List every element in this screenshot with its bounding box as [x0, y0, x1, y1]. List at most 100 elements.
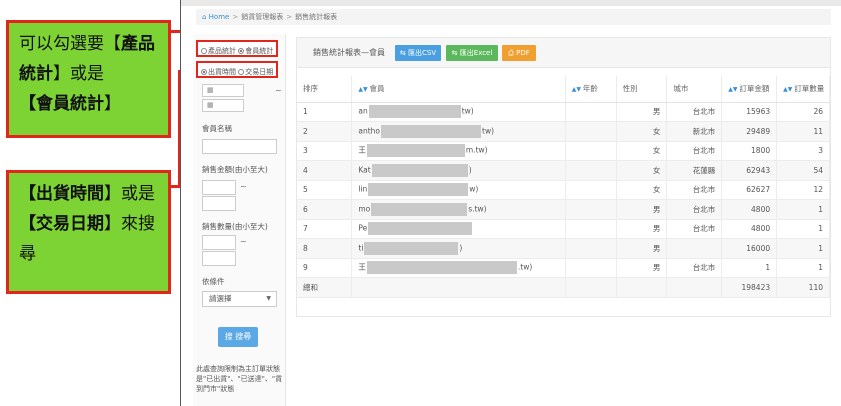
cell-city: 台北市 [666, 258, 723, 278]
member-text: ) [468, 165, 472, 175]
search-button[interactable]: 搜 搜尋 [218, 327, 258, 347]
radio-trade-date[interactable] [238, 69, 245, 75]
cell-qty: 1 [776, 199, 830, 220]
export-pdf-button[interactable]: ⎙ PDF [502, 45, 536, 61]
cell-age [565, 258, 617, 278]
cell-member: antho tw) [351, 121, 566, 142]
header-label: 年齡 [582, 84, 598, 94]
redacted-block [371, 202, 468, 216]
cell-amount: 62627 [721, 180, 778, 200]
cell-member: 王 .tw) [351, 258, 566, 278]
cell-rank: 9 [297, 258, 353, 278]
radio-ship-time[interactable] [201, 69, 207, 75]
cell-member: Kat) [351, 160, 566, 181]
cell-total-amount: 198423 [721, 277, 778, 298]
sort-icon: ▲▼ [783, 86, 795, 94]
table-header-row: 排序 ▲▼ 會員 ▲▼ 年齡 性別 城市 ▲▼ 訂單金額 ▲▼ 訂單數量 [297, 76, 830, 103]
cell-age [565, 219, 617, 239]
search-button-label: 搜 搜尋 [224, 332, 252, 341]
cell-age [565, 180, 617, 200]
redacted-block [366, 261, 517, 275]
condition-label: 依條件 [202, 277, 225, 286]
table-row: 8 ti) 男 16000 1 [297, 238, 830, 259]
cell-total-qty: 110 [776, 277, 830, 298]
cell-city: 台北市 [666, 219, 723, 239]
button-label: 匯出CSV [407, 49, 437, 57]
range-tilde: ~ [240, 182, 247, 191]
member-text: tw) [482, 126, 495, 136]
panel-header: 銷售統計報表—會員 ⇆ 匯出CSV ⇆ 匯出Excel ⎙ PDF [297, 38, 830, 68]
amount-min-input[interactable] [202, 180, 236, 195]
cell-qty: 3 [776, 141, 830, 161]
header-label: 訂單金額 [739, 84, 770, 94]
col-member[interactable]: ▲▼ 會員 [351, 76, 566, 103]
qty-min-input[interactable] [202, 235, 236, 250]
cell-empty [351, 277, 566, 298]
breadcrumb-item[interactable]: 銷貨管理報表 [241, 13, 283, 21]
callout-text: 】 [104, 94, 121, 114]
member-text: ti [358, 243, 364, 253]
report-screen: ⌂ Home > 銷貨管理報表 > 銷售統計報表 產品統計 會員統計 出貨時間 交易日期… [181, 0, 841, 406]
breadcrumb: ⌂ Home > 銷貨管理報表 > 銷售統計報表 [196, 9, 831, 25]
callout-text: 】或是 [53, 64, 104, 84]
member-text: 王 [358, 262, 366, 272]
redacted-block [364, 241, 459, 255]
cell-gender: 女 [616, 121, 668, 142]
header-label: 會員 [369, 84, 385, 94]
radio-product-stat[interactable] [201, 48, 207, 54]
table-row: 3 王 m.tw) 女 台北市 1800 3 [297, 141, 830, 161]
breadcrumb-separator: > [232, 13, 239, 21]
cell-qty: 1 [776, 258, 830, 278]
sort-icon: ▲▼ [571, 86, 583, 94]
date-type-radio-group: 出貨時間 交易日期 [196, 61, 278, 78]
amount-max-input[interactable] [202, 196, 236, 211]
callout-stat-type: 可以勾選要【產品統計】或是 【會員統計】 [6, 20, 171, 138]
radio-label: 交易日期 [245, 68, 274, 76]
date-to-input[interactable]: ▦ [202, 99, 244, 112]
member-name-input[interactable] [202, 139, 277, 154]
redacted-block [366, 144, 465, 158]
cell-member: lin w) [351, 180, 566, 200]
table-total-row: 總和 198423 110 [297, 277, 830, 298]
cell-age [565, 199, 617, 220]
report-panel: 銷售統計報表—會員 ⇆ 匯出CSV ⇆ 匯出Excel ⎙ PDF 排序 ▲▼ … [296, 37, 831, 317]
cell-gender: 男 [616, 238, 668, 259]
callout-bold-text: 【交易日期 [19, 214, 104, 234]
button-label: PDF [516, 49, 530, 57]
col-age[interactable]: ▲▼ 年齡 [565, 76, 617, 103]
condition-select[interactable]: 請選擇 ▼ [202, 291, 277, 307]
export-excel-button[interactable]: ⇆ 匯出Excel [446, 45, 498, 61]
col-city: 城市 [666, 76, 723, 103]
col-amount[interactable]: ▲▼ 訂單金額 [721, 76, 778, 103]
filter-note: 此處查詢限制為主訂單狀態是"已出貨"、"已送達"、"貨到門市"狀態 [196, 365, 283, 393]
member-text: tw) [461, 106, 474, 116]
home-icon[interactable]: ⌂ [202, 13, 209, 21]
callout-bold-text: 【會員統計 [19, 94, 104, 114]
redacted-block [381, 124, 482, 138]
cell-age [565, 121, 617, 142]
table-row: 5 lin w) 女 台北市 62627 12 [297, 180, 830, 200]
header-label: 訂單數量 [794, 84, 825, 94]
date-from-input[interactable]: ▦ [202, 84, 244, 97]
cell-qty: 26 [776, 102, 830, 122]
cell-amount: 62943 [721, 160, 778, 181]
cell-member: an tw) [351, 102, 566, 122]
cell-member: mo s.tw) [351, 199, 566, 220]
cell-gender: 男 [616, 258, 668, 278]
panel-title: 銷售統計報表—會員 [313, 48, 385, 57]
member-text: antho [358, 126, 381, 136]
breadcrumb-home[interactable]: Home [209, 13, 230, 21]
header-label: 城市 [673, 84, 689, 94]
export-csv-button[interactable]: ⇆ 匯出CSV [395, 45, 441, 61]
table-row: 1 an tw) 男 台北市 15963 26 [297, 102, 830, 122]
table-row: 4 Kat) 女 花蓮縣 62943 54 [297, 160, 830, 181]
cell-amount: 29489 [721, 121, 778, 142]
col-qty[interactable]: ▲▼ 訂單數量 [776, 76, 830, 103]
radio-member-stat[interactable] [238, 48, 245, 54]
cell-city [666, 238, 723, 259]
chevron-down-icon: ▼ [266, 295, 271, 302]
qty-max-input[interactable] [202, 251, 236, 266]
table-row: 7 Pe 男 台北市 4800 1 [297, 219, 830, 239]
cell-rank: 6 [297, 199, 353, 220]
sort-icon: ▲▼ [728, 86, 740, 94]
